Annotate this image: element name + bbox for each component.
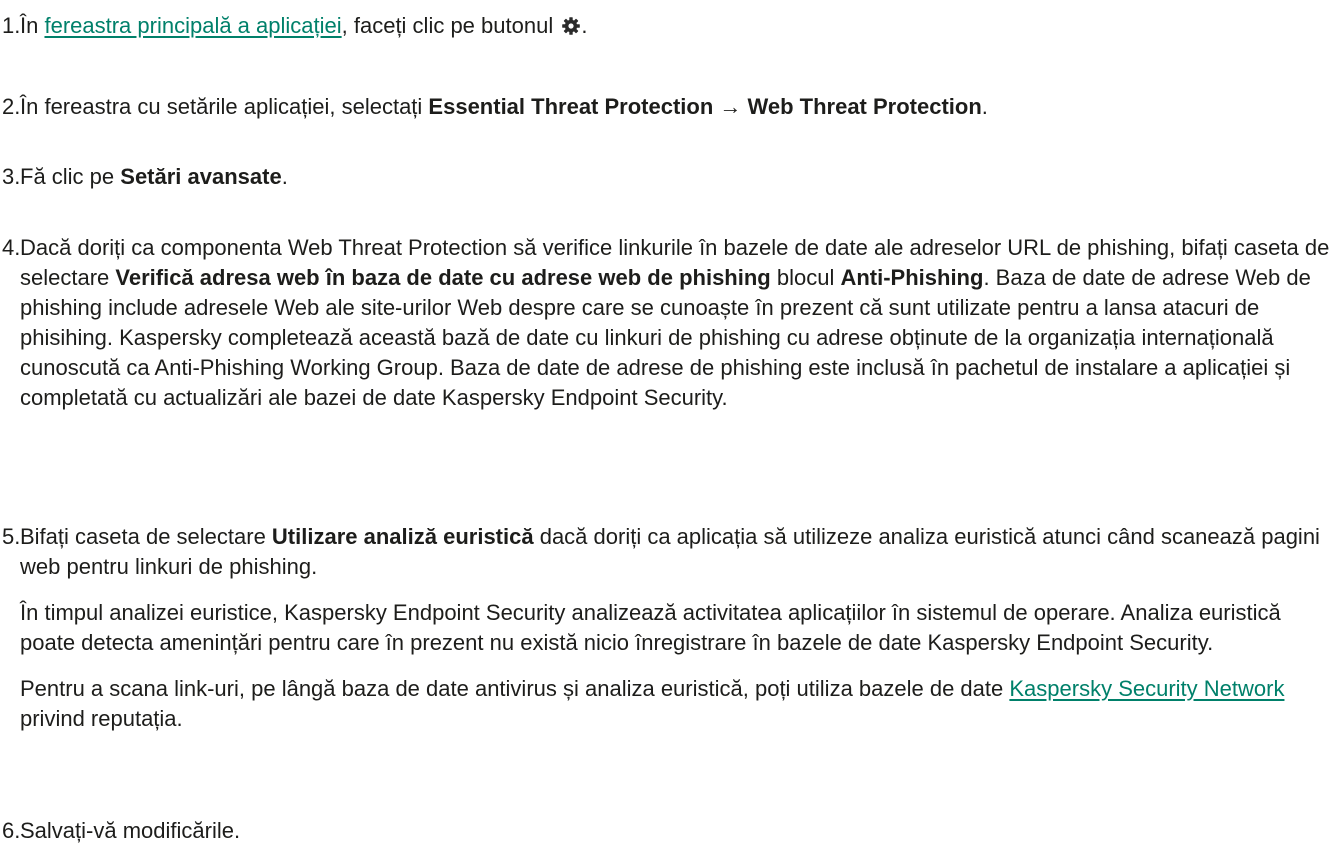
heuristic-analysis-option: Utilizare analiză euristică bbox=[271, 524, 534, 549]
step-3: 3. Fă clic pe Setări avansate. bbox=[0, 162, 1334, 192]
heuristic-explanation: În timpul analizei euristice, Kaspersky … bbox=[20, 600, 1281, 655]
step-5-details: În timpul analizei euristice, Kaspersky … bbox=[20, 598, 1334, 734]
ksn-link[interactable]: Kaspersky Security Network bbox=[1009, 676, 1284, 701]
step-text: Fă clic pe Setări avansate. bbox=[20, 164, 288, 189]
advanced-settings-label: Setări avansate bbox=[120, 164, 282, 189]
step-number: 3. bbox=[2, 164, 21, 189]
step-4: 4. Dacă doriți ca componenta Web Threat … bbox=[0, 233, 1334, 413]
step-number: 5. bbox=[2, 524, 21, 549]
step-text: Salvați-vă modificările. bbox=[20, 818, 241, 843]
step-text: Dacă doriți ca componenta Web Threat Pro… bbox=[20, 235, 1330, 410]
anti-phishing-block: Anti-Phishing bbox=[840, 265, 984, 290]
step-number: 6. bbox=[2, 818, 21, 843]
step-text: În fereastra principală a aplicației, fa… bbox=[20, 13, 588, 38]
step-text: Bifați caseta de selectare Utilizare ana… bbox=[20, 524, 1320, 579]
step-text: În fereastra cu setările aplicației, sel… bbox=[20, 94, 988, 119]
main-window-link[interactable]: fereastra principală a aplicației bbox=[44, 13, 341, 38]
menu-path: Essential Threat Protection → Web Threat… bbox=[428, 94, 982, 119]
phishing-check-option: Verifică adresa web în baza de date cu a… bbox=[115, 265, 771, 290]
step-number: 4. bbox=[2, 235, 21, 260]
step-number: 2. bbox=[2, 94, 21, 119]
step-1: 1. În fereastra principală a aplicației,… bbox=[0, 11, 1334, 41]
step-6: 6. Salvați-vă modificările. bbox=[0, 816, 1334, 846]
step-5: 5. Bifați caseta de selectare Utilizare … bbox=[0, 522, 1334, 734]
step-number: 1. bbox=[2, 13, 21, 38]
step-2: 2. În fereastra cu setările aplicației, … bbox=[0, 92, 1334, 122]
gear-icon bbox=[562, 17, 581, 35]
ksn-paragraph: Pentru a scana link-uri, pe lângă baza d… bbox=[20, 676, 1285, 731]
